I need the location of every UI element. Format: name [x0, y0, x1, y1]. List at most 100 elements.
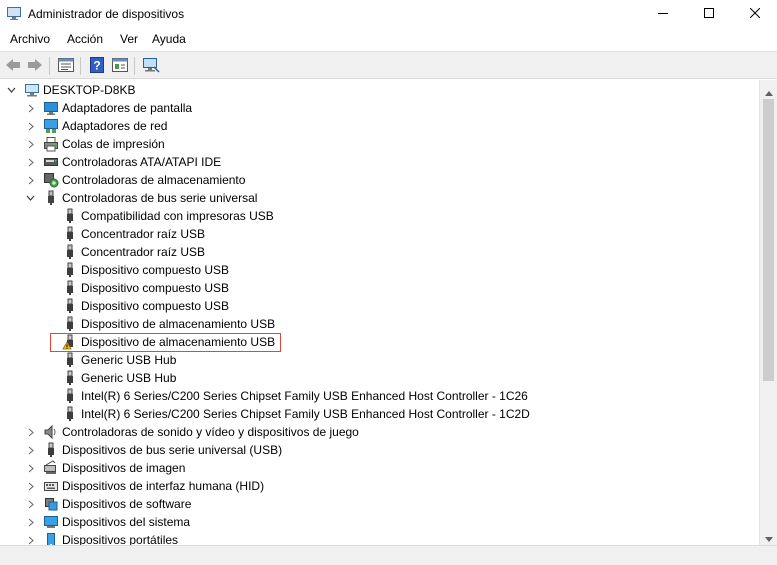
tree-child[interactable]: Dispositivo compuesto USB [62, 297, 229, 315]
window-title: Administrador de dispositivos [28, 7, 185, 21]
close-button[interactable] [732, 0, 777, 28]
tree-child[interactable]: Dispositivo compuesto USB [62, 279, 229, 297]
back-button[interactable] [4, 57, 22, 75]
tree-category-label: Controladoras de almacenamiento [62, 173, 246, 187]
tree-child-label: Intel(R) 6 Series/C200 Series Chipset Fa… [81, 389, 528, 403]
tree-child[interactable]: Intel(R) 6 Series/C200 Series Chipset Fa… [62, 405, 530, 423]
system-device-icon [43, 514, 59, 530]
toolbar-separator [49, 57, 50, 75]
menu-archivo[interactable]: Archivo [9, 32, 51, 46]
tree-category[interactable]: Dispositivos de interfaz humana (HID) [43, 477, 264, 495]
tree-category-label: Dispositivos de interfaz humana (HID) [62, 479, 265, 493]
usb-device-icon [62, 352, 78, 368]
tree-root[interactable]: DESKTOP-D8KB [24, 81, 135, 99]
tree-root-label: DESKTOP-D8KB [43, 83, 136, 97]
scrollbar-thumb[interactable] [763, 99, 774, 381]
tree-category[interactable]: Adaptadores de pantalla [43, 99, 192, 117]
usb-bus-device-icon [43, 442, 59, 458]
forward-button[interactable] [26, 57, 44, 75]
update-driver-button[interactable] [111, 57, 129, 75]
usb-device-icon [62, 298, 78, 314]
chevron-right-icon[interactable] [26, 531, 36, 545]
storage-controller-icon [43, 172, 59, 188]
tree-category-label: Colas de impresión [62, 137, 165, 151]
tree-category-label: Dispositivos de bus serie universal (USB… [62, 443, 283, 457]
vertical-scrollbar[interactable] [759, 80, 777, 545]
maximize-icon [704, 7, 714, 21]
help-icon: ? [90, 56, 104, 76]
tree-category-label: Dispositivos del sistema [62, 515, 191, 529]
tree-category[interactable]: Dispositivos de imagen [43, 459, 185, 477]
chevron-right-icon[interactable] [26, 117, 36, 135]
back-icon [5, 58, 21, 75]
chevron-right-icon[interactable] [26, 513, 36, 531]
menu-ayuda[interactable]: Ayuda [151, 32, 187, 46]
minimize-icon [658, 7, 668, 21]
tree-child[interactable]: Generic USB Hub [62, 369, 176, 387]
usb-device-icon [62, 226, 78, 242]
properties-button[interactable] [57, 57, 75, 75]
chevron-right-icon[interactable] [26, 441, 36, 459]
tree-child[interactable]: Concentrador raíz USB [62, 243, 205, 261]
chevron-right-icon[interactable] [26, 99, 36, 117]
tree-child[interactable]: Dispositivo compuesto USB [62, 261, 229, 279]
usb-device-icon [62, 316, 78, 332]
scroll-down-arrow-icon[interactable] [765, 531, 773, 545]
computer-icon [24, 82, 40, 98]
tree-child[interactable]: Compatibilidad con impresoras USB [62, 207, 274, 225]
forward-icon [27, 58, 43, 75]
chevron-right-icon[interactable] [26, 135, 36, 153]
tree-child[interactable]: Generic USB Hub [62, 351, 176, 369]
imaging-device-icon [43, 460, 59, 476]
tree-category[interactable]: Controladoras de almacenamiento [43, 171, 245, 189]
usb-device-icon [62, 208, 78, 224]
chevron-right-icon[interactable] [26, 171, 36, 189]
tree-category[interactable]: Dispositivos portátiles [43, 531, 178, 545]
tree-category[interactable]: Adaptadores de red [43, 117, 167, 135]
tree-category[interactable]: Controladoras de sonido y vídeo y dispos… [43, 423, 359, 441]
tree-child[interactable]: Dispositivo de almacenamiento USB [62, 315, 275, 333]
usb-device-icon [62, 244, 78, 260]
tree-child-label: Dispositivo compuesto USB [81, 299, 230, 313]
tree-category-usb-expanded[interactable]: Controladoras de bus serie universal [43, 189, 257, 207]
usb-device-icon [62, 262, 78, 278]
tree-category[interactable]: Dispositivos de software [43, 495, 191, 513]
usb-device-icon [62, 388, 78, 404]
scan-hardware-button[interactable] [142, 57, 160, 75]
help-button[interactable]: ? [88, 56, 106, 76]
status-bar [0, 545, 777, 565]
maximize-button[interactable] [686, 0, 732, 28]
menu-accion[interactable]: Acción [66, 32, 104, 46]
tree-category[interactable]: Controladoras ATA/ATAPI IDE [43, 153, 221, 171]
tree-category[interactable]: Dispositivos de bus serie universal (USB… [43, 441, 282, 459]
printer-icon [43, 136, 59, 152]
minimize-button[interactable] [640, 0, 686, 28]
chevron-down-icon[interactable] [25, 189, 35, 207]
chevron-right-icon[interactable] [26, 459, 36, 477]
tree-category-label: Adaptadores de red [62, 119, 168, 133]
tree-child-label: Generic USB Hub [81, 353, 177, 367]
usb-device-icon [62, 280, 78, 296]
toolbar: ? [0, 51, 777, 79]
chevron-right-icon[interactable] [26, 423, 36, 441]
tree-category[interactable]: Colas de impresión [43, 135, 165, 153]
tree-category-label: Controladoras de sonido y vídeo y dispos… [62, 425, 359, 439]
tree-child-label: Dispositivo compuesto USB [81, 281, 230, 295]
menu-ver[interactable]: Ver [119, 32, 139, 46]
title-bar: Administrador de dispositivos [0, 0, 777, 28]
usb-controller-icon [43, 190, 59, 206]
software-device-icon [43, 496, 59, 512]
toolbar-separator [134, 57, 135, 75]
chevron-right-icon[interactable] [26, 153, 36, 171]
chevron-right-icon[interactable] [26, 495, 36, 513]
chevron-right-icon[interactable] [26, 477, 36, 495]
tree-category[interactable]: Dispositivos del sistema [43, 513, 190, 531]
scroll-up-arrow-icon[interactable] [765, 85, 773, 99]
tree-child[interactable]: Concentrador raíz USB [62, 225, 205, 243]
tree-child[interactable]: Intel(R) 6 Series/C200 Series Chipset Fa… [62, 387, 528, 405]
toolbar-separator [80, 57, 81, 75]
tree-child-label: Intel(R) 6 Series/C200 Series Chipset Fa… [81, 407, 530, 421]
tree-child-label: Generic USB Hub [81, 371, 177, 385]
sound-icon [43, 424, 59, 440]
chevron-down-icon[interactable] [6, 81, 16, 99]
